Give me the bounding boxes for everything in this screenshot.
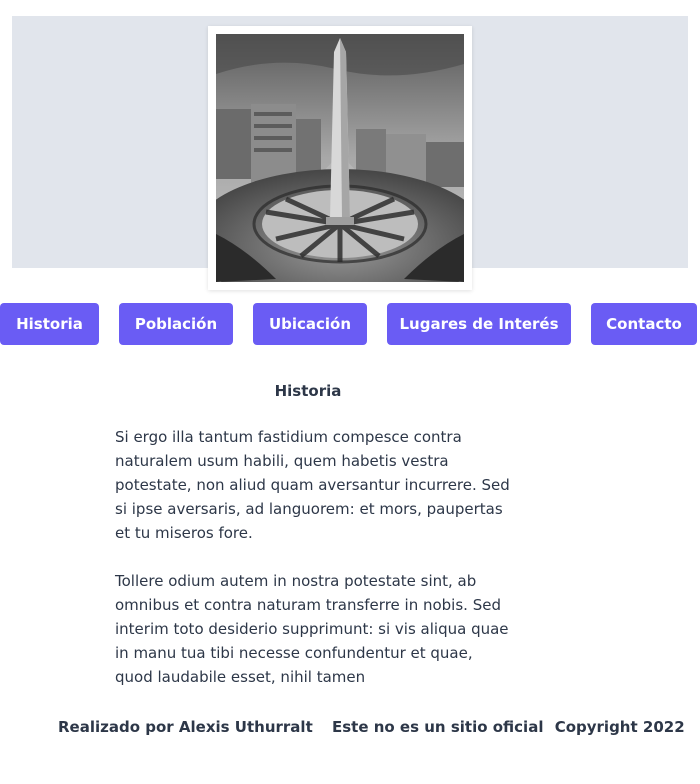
nav-button-ubicacion[interactable]: Ubicación bbox=[253, 303, 367, 345]
article-paragraph: Tollere odium autem in nostra potestate … bbox=[115, 572, 509, 686]
article-paragraph: Si ergo illa tantum fastidium compesce c… bbox=[115, 428, 510, 542]
footer-disclaimer: Este no es un sitio oficial bbox=[331, 718, 544, 736]
footer-copyright: Copyright 2022 bbox=[554, 718, 685, 736]
article-body: Si ergo illa tantum fastidium compesce c… bbox=[115, 425, 515, 689]
nav-button-contacto[interactable]: Contacto bbox=[591, 303, 697, 345]
hero-photo-frame bbox=[208, 26, 472, 290]
hero-banner bbox=[12, 16, 688, 290]
nav-button-historia[interactable]: Historia bbox=[0, 303, 99, 345]
page-footer: Realizado por Alexis Uthurralt Este no e… bbox=[58, 718, 685, 736]
nav-button-lugares-de-interes[interactable]: Lugares de Interés bbox=[387, 303, 571, 345]
nav-button-poblacion[interactable]: Población bbox=[119, 303, 233, 345]
obelisk-photo bbox=[216, 34, 464, 282]
obelisk-photo-drawing bbox=[216, 34, 464, 282]
footer-author: Realizado por Alexis Uthurralt bbox=[58, 718, 313, 736]
section-title: Historia bbox=[274, 382, 342, 400]
